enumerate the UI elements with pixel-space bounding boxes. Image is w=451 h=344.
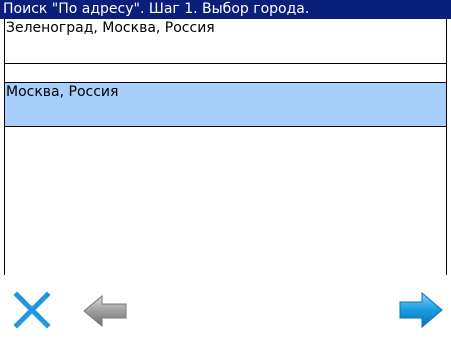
- back-button[interactable]: [82, 294, 128, 328]
- bottom-toolbar: [0, 278, 451, 344]
- arrow-left-icon: [83, 294, 127, 328]
- close-x-icon: [13, 291, 51, 329]
- cancel-button[interactable]: [12, 290, 52, 330]
- window-title: Поиск "По адресу". Шаг 1. Выбор города.: [0, 0, 451, 19]
- city-list[interactable]: Зеленоград, Москва, Россия Москва, Росси…: [4, 19, 447, 275]
- arrow-right-icon: [399, 291, 443, 329]
- list-item-moscow[interactable]: Москва, Россия: [5, 82, 446, 127]
- list-item-label: Москва, Россия: [6, 84, 119, 100]
- next-button[interactable]: [398, 291, 444, 329]
- list-item-label: Зеленоград, Москва, Россия: [6, 20, 215, 36]
- list-item-zelenograd[interactable]: Зеленоград, Москва, Россия: [5, 19, 446, 64]
